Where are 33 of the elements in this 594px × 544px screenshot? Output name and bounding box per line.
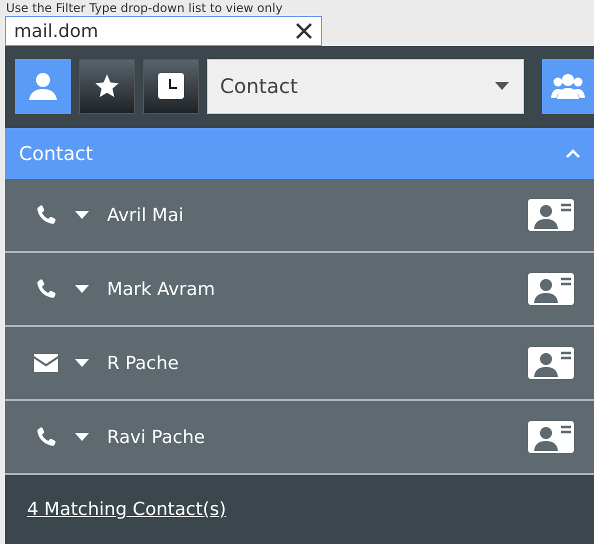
star-icon	[93, 72, 121, 100]
caret-icon	[75, 211, 89, 219]
section-header[interactable]: Contact	[5, 126, 594, 179]
matching-contacts-link[interactable]: 4 Matching Contact(s)	[27, 499, 226, 520]
contact-name: Avril Mai	[107, 204, 185, 226]
envelope-icon[interactable]	[34, 354, 58, 372]
contact-row[interactable]: Avril Mai	[5, 179, 594, 253]
filter-button[interactable]	[79, 58, 135, 114]
contact-card-icon[interactable]	[528, 199, 574, 231]
chevron-up-icon	[566, 149, 580, 158]
contact-card-icon[interactable]	[528, 347, 574, 379]
people-icon	[551, 72, 585, 100]
contact-name: Mark Avram	[107, 278, 216, 300]
contact-name: R Pache	[107, 352, 180, 374]
search-box[interactable]: mail.dom	[5, 16, 322, 46]
team-button[interactable]	[542, 58, 594, 114]
contact-row[interactable]: Ravi Pache	[5, 401, 594, 475]
contact-card-icon[interactable]	[528, 421, 574, 453]
contact-row[interactable]: Mark Avram	[5, 253, 594, 327]
close-icon[interactable]	[295, 22, 313, 40]
contact-name: Ravi Pache	[107, 426, 206, 448]
contact-card-icon[interactable]	[528, 273, 574, 305]
caret-icon	[75, 433, 89, 441]
search-field[interactable]: mail.dom	[14, 20, 295, 42]
instruction-text: Use the Filter Type drop-down list to view only	[5, 0, 284, 16]
clock-icon	[157, 72, 185, 100]
caret-icon	[75, 359, 89, 367]
caret-icon	[495, 82, 509, 90]
caret-icon	[75, 285, 89, 293]
person-icon	[27, 71, 59, 101]
filter-type-dropdown[interactable]: Contact	[207, 58, 524, 114]
filter-button[interactable]	[143, 58, 199, 114]
contact-row[interactable]: R Pache	[5, 327, 594, 401]
